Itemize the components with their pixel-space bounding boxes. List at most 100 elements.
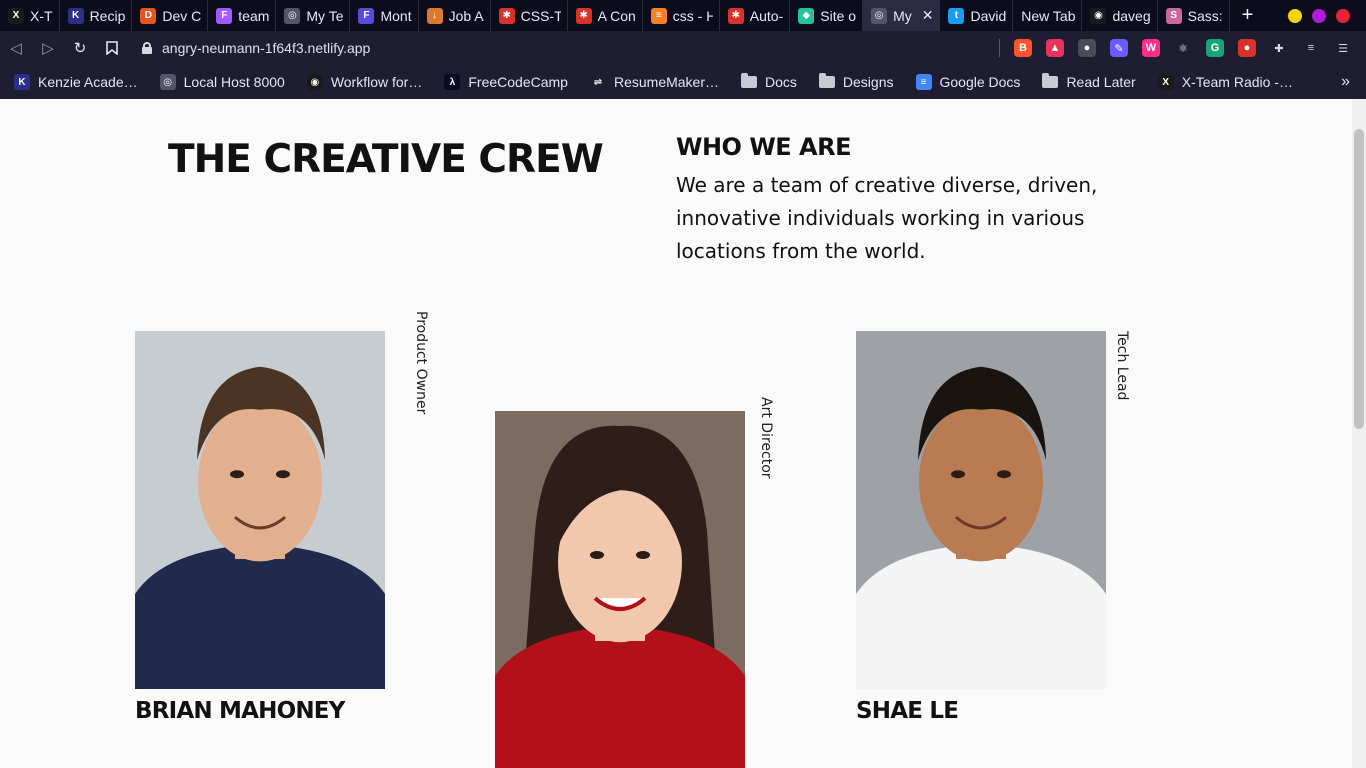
extension-w-icon[interactable]: W xyxy=(1142,39,1160,57)
browser-tab[interactable]: ↓ Job A xyxy=(419,0,491,31)
bookmark-folder[interactable]: Read Later xyxy=(1042,73,1136,90)
tab-favicon-icon: F xyxy=(216,7,233,24)
bookmark-item[interactable]: λ FreeCodeCamp xyxy=(444,74,568,90)
tab-title: CSS-T xyxy=(520,7,561,24)
bookmark-favicon-icon: X xyxy=(1157,74,1174,90)
forward-arrow-icon: ▷ xyxy=(42,40,54,57)
browser-tab[interactable]: New Tab xyxy=(1013,0,1083,31)
browser-menu-icon[interactable]: ☰ xyxy=(1334,39,1352,57)
bookmark-favicon-icon: ◎ xyxy=(159,74,176,90)
member-photo xyxy=(495,411,745,768)
bookmark-item[interactable]: ◉ Workflow for… xyxy=(306,74,423,90)
bookmark-folder[interactable]: Designs xyxy=(818,73,894,90)
bookmark-page-button[interactable] xyxy=(96,31,128,65)
shirt xyxy=(495,626,745,768)
member-photo xyxy=(856,331,1106,689)
tab-favicon-icon: ◎ xyxy=(871,7,888,24)
back-button[interactable]: ◁ xyxy=(0,31,32,65)
face xyxy=(198,401,322,562)
browser-tab[interactable]: ◎ My Te xyxy=(276,0,351,31)
bookmark-label: Google Docs xyxy=(939,74,1021,90)
lock-icon xyxy=(142,42,152,54)
media-controls-icon[interactable]: ≡ xyxy=(1302,39,1320,57)
browser-tab[interactable]: ◎ My ✕ xyxy=(863,0,941,31)
browser-tab[interactable]: ✱ A Con xyxy=(568,0,643,31)
who-we-are-text: We are a team of creative diverse, drive… xyxy=(676,173,1098,263)
new-tab-button[interactable]: + xyxy=(1230,4,1266,27)
react-devtools-icon[interactable]: ⚛ xyxy=(1174,39,1192,57)
browser-tab[interactable]: t David xyxy=(940,0,1014,31)
reload-button[interactable]: ↻ xyxy=(64,31,96,65)
browser-tab[interactable]: S Sass: xyxy=(1158,0,1230,31)
eye xyxy=(590,551,604,559)
url-field[interactable]: angry-neumann-1f64f3.netlify.app xyxy=(142,40,370,56)
browser-tab[interactable]: D Dev C xyxy=(132,0,209,31)
minimize-button[interactable] xyxy=(1288,8,1302,23)
tab-title: team xyxy=(238,7,270,24)
browser-tab[interactable]: ◉ daveg xyxy=(1082,0,1158,31)
page-viewport: THE CREATIVE CREW WHO WE ARE We are a te… xyxy=(0,99,1352,768)
member-role: Art Director xyxy=(758,397,774,479)
brave-rewards-icon[interactable]: ▲ xyxy=(1046,39,1064,57)
more-bookmarks-button[interactable]: » xyxy=(1341,73,1366,91)
bookmark-item[interactable]: X X-Team Radio -… xyxy=(1157,74,1293,90)
page-scrollbar[interactable] xyxy=(1352,99,1366,768)
page-title: THE CREATIVE CREW xyxy=(168,137,604,182)
bookmark-label: Kenzie Acade… xyxy=(38,74,138,90)
member-name: SHAE LE xyxy=(856,698,959,724)
url-text: angry-neumann-1f64f3.netlify.app xyxy=(162,40,371,56)
eye xyxy=(230,470,244,479)
extension-green-icon[interactable]: G xyxy=(1206,39,1224,57)
browser-tab[interactable]: F Mont xyxy=(350,0,419,31)
bookmark-item[interactable]: ⇌ ResumeMaker… xyxy=(589,74,719,90)
extension-tomato-icon[interactable]: ● xyxy=(1238,39,1256,57)
forward-button[interactable]: ▷ xyxy=(32,31,64,65)
member-role: Tech Lead xyxy=(1114,331,1130,401)
tab-favicon-icon: K xyxy=(67,7,84,24)
address-bar: ◁ ▷ ↻ angry-neumann-1f64f3.netlify.app B… xyxy=(0,31,1366,65)
maximize-button[interactable] xyxy=(1312,8,1326,23)
tab-favicon-icon: ✱ xyxy=(575,7,592,24)
bookmark-favicon-icon: ◉ xyxy=(306,74,323,90)
browser-tab[interactable]: ◆ Site o xyxy=(790,0,864,31)
member-name: BRIAN MAHONEY xyxy=(135,698,345,724)
tab-favicon-icon: D xyxy=(140,7,157,24)
eye xyxy=(997,470,1011,479)
browser-tab[interactable]: ≡ css - H xyxy=(643,0,720,31)
bookmark-item[interactable]: K Kenzie Acade… xyxy=(14,74,138,90)
tab-favicon-icon: ◎ xyxy=(284,7,301,24)
browser-tab[interactable]: K Recip xyxy=(60,0,133,31)
bookmark-item[interactable]: ≡ Google Docs xyxy=(915,74,1021,90)
bookmark-label: Workflow for… xyxy=(330,74,423,90)
extensions-puzzle-icon[interactable]: ✚ xyxy=(1270,39,1288,57)
extension-pen-icon[interactable]: ✎ xyxy=(1110,39,1128,57)
close-window-button[interactable] xyxy=(1336,8,1350,23)
browser-tab[interactable]: ✱ Auto- xyxy=(720,0,791,31)
tab-title: A Con xyxy=(597,7,636,24)
member-photo xyxy=(135,331,385,689)
face xyxy=(919,401,1043,562)
tab-title: David xyxy=(970,7,1007,24)
bookmark-label: ResumeMaker… xyxy=(613,74,719,90)
browser-tab[interactable]: Fteam xyxy=(208,0,277,31)
extensions-area: B ▲ ● ✎ W ⚛ G ● ✚ ≡ ☰ xyxy=(999,39,1366,57)
bookmark-item[interactable]: ◎ Local Host 8000 xyxy=(159,74,285,90)
extension-dark-icon[interactable]: ● xyxy=(1078,39,1096,57)
reload-icon: ↻ xyxy=(73,40,87,57)
scrollbar-thumb[interactable] xyxy=(1354,129,1364,429)
bookmark-label: Designs xyxy=(842,74,894,90)
tab-favicon-icon: ◉ xyxy=(1090,7,1107,24)
tab-close-icon[interactable]: ✕ xyxy=(922,7,934,24)
shirt xyxy=(856,544,1106,689)
brave-shield-icon[interactable]: B xyxy=(1014,39,1032,57)
bookmark-favicon-icon: K xyxy=(14,74,30,90)
bookmark-folder[interactable]: Docs xyxy=(741,73,797,90)
eye xyxy=(636,551,650,559)
tab-favicon-icon: ≡ xyxy=(650,7,667,24)
tab-title: Mont xyxy=(380,7,412,24)
browser-tab[interactable]: ✱ CSS-T xyxy=(491,0,568,31)
window-controls xyxy=(1288,8,1366,23)
who-we-are-heading: WHO WE ARE xyxy=(676,133,852,161)
tab-title: css - H xyxy=(672,7,713,24)
browser-tab[interactable]: X X-T xyxy=(0,0,60,31)
